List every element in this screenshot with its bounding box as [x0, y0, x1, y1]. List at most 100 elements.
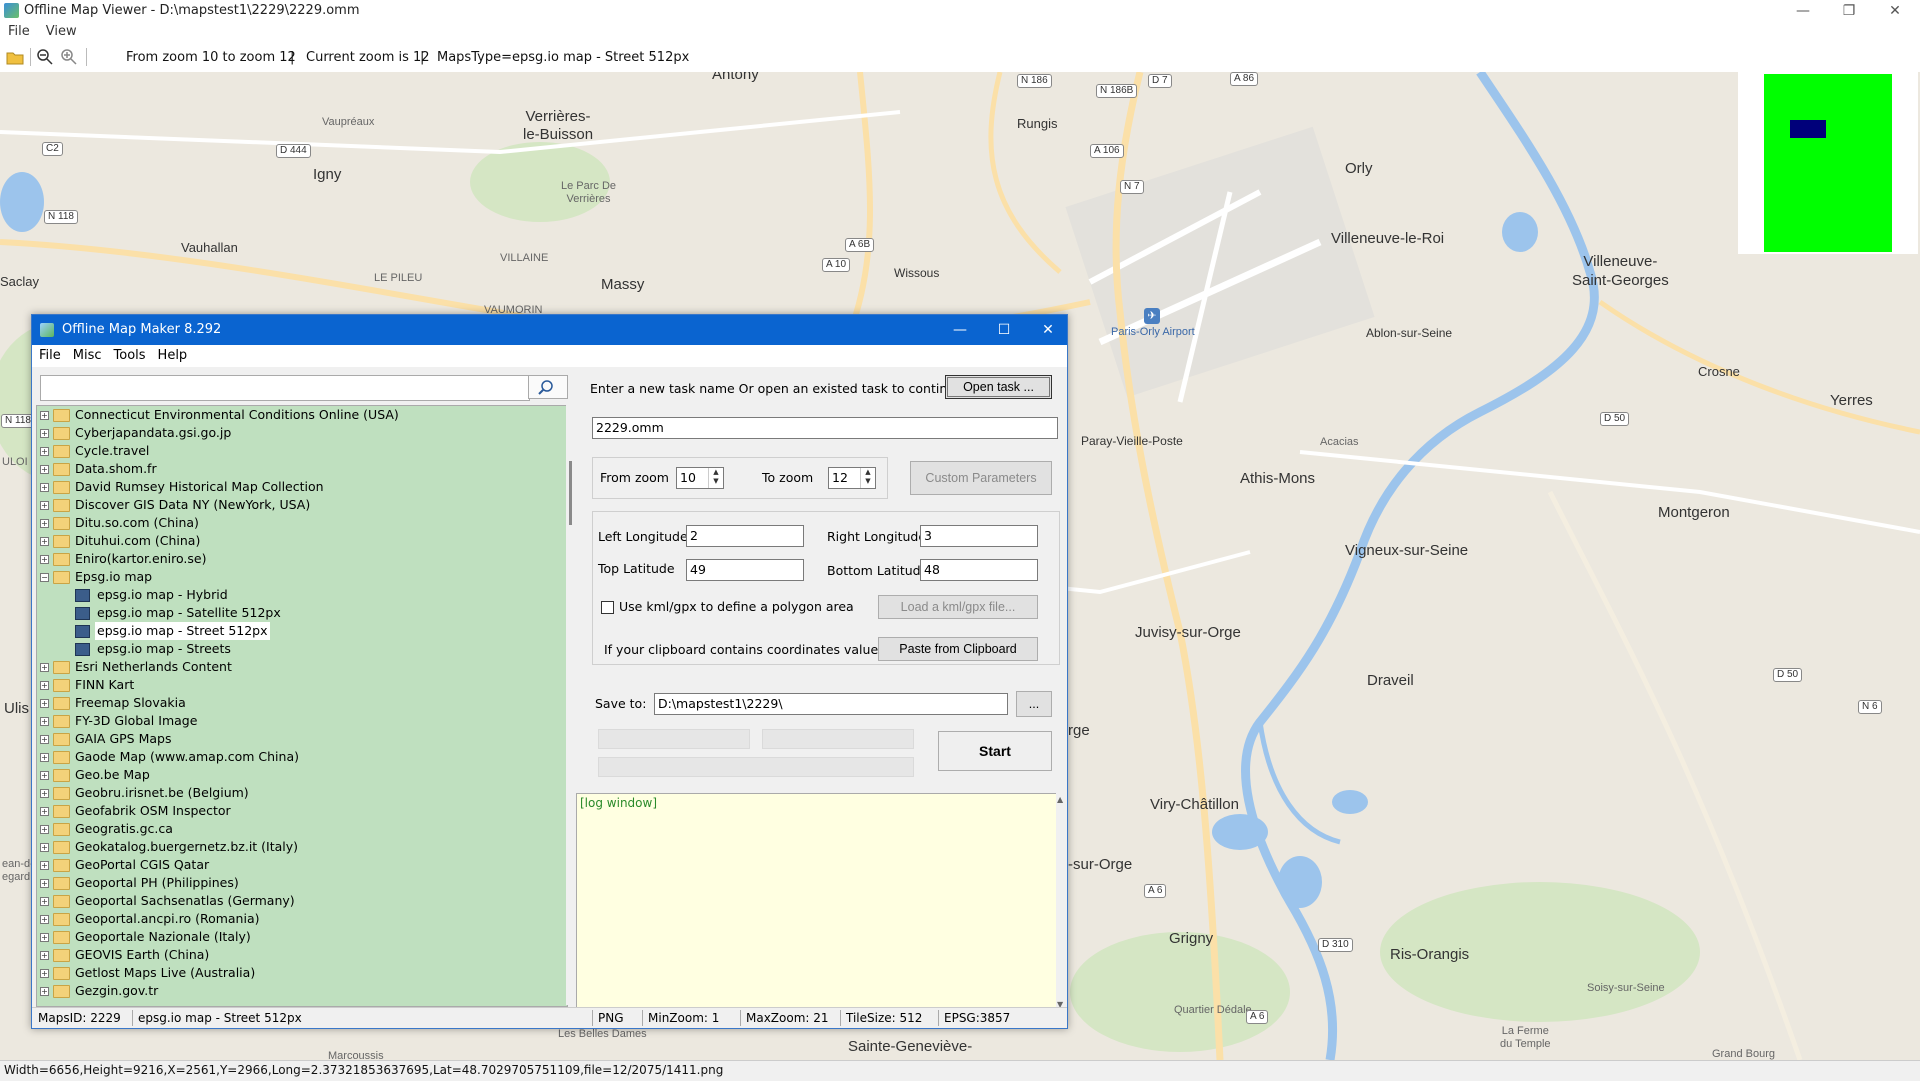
tree-folder-item[interactable]: + Data.shom.fr: [37, 460, 567, 478]
stepper-arrows-icon[interactable]: ▲ ▼: [860, 468, 875, 488]
expand-icon[interactable]: +: [40, 465, 49, 474]
expand-icon[interactable]: +: [40, 843, 49, 852]
tree-folder-item[interactable]: + Geogratis.gc.ca: [37, 820, 567, 838]
expand-icon[interactable]: +: [40, 519, 49, 528]
dialog-title-bar[interactable]: Offline Map Maker 8.292 — ☐ ✕: [32, 315, 1067, 345]
expand-icon[interactable]: +: [40, 537, 49, 546]
tree-folder-item[interactable]: + FY-3D Global Image: [37, 712, 567, 730]
map-source-tree[interactable]: + Connecticut Environmental Conditions On…: [36, 405, 568, 1007]
tree-folder-item[interactable]: + Geoportale Nazionale (Italy): [37, 928, 567, 946]
save-to-input[interactable]: D:\mapstest1\2229\: [654, 693, 1008, 715]
dialog-minimize-button[interactable]: —: [938, 315, 982, 345]
open-task-button[interactable]: Open task ...: [945, 375, 1052, 399]
from-zoom-stepper[interactable]: 10 ▲ ▼: [676, 467, 724, 489]
search-button[interactable]: [528, 375, 568, 399]
log-window[interactable]: [log window]: [576, 793, 1060, 1013]
tree-folder-item[interactable]: + Geokatalog.buergernetz.bz.it (Italy): [37, 838, 567, 856]
dialog-menu-misc[interactable]: Misc: [66, 345, 107, 367]
close-button[interactable]: ✕: [1872, 0, 1918, 22]
map-source-search-input[interactable]: [40, 375, 530, 401]
tree-folder-item[interactable]: + Dituhui.com (China): [37, 532, 567, 550]
left-longitude-input[interactable]: 2: [686, 525, 804, 547]
tree-folder-item[interactable]: + Geofabrik OSM Inspector: [37, 802, 567, 820]
top-latitude-input[interactable]: 49: [686, 559, 804, 581]
tree-folder-item[interactable]: + David Rumsey Historical Map Collection: [37, 478, 567, 496]
paste-from-clipboard-button[interactable]: Paste from Clipboard: [878, 637, 1038, 661]
tree-map-item[interactable]: epsg.io map - Street 512px: [37, 622, 567, 640]
tree-folder-item[interactable]: + FINN Kart: [37, 676, 567, 694]
scroll-up-icon[interactable]: ▲: [1057, 795, 1063, 804]
expand-icon[interactable]: +: [40, 699, 49, 708]
browse-folder-button[interactable]: ...: [1016, 691, 1052, 717]
tree-folder-item[interactable]: + Gezgin.gov.tr: [37, 982, 567, 1000]
tree-folder-item[interactable]: + Connecticut Environmental Conditions On…: [37, 406, 567, 424]
tree-folder-item[interactable]: + GEOVIS Earth (China): [37, 946, 567, 964]
tree-map-item[interactable]: epsg.io map - Hybrid: [37, 586, 567, 604]
tree-folder-item[interactable]: + Cyberjapandata.gsi.go.jp: [37, 424, 567, 442]
use-kml-checkbox[interactable]: [601, 601, 614, 614]
expand-icon[interactable]: +: [40, 681, 49, 690]
expand-icon[interactable]: +: [40, 861, 49, 870]
dialog-menu-file[interactable]: File: [32, 345, 66, 367]
tree-scroll-thumb[interactable]: [569, 461, 572, 525]
zoom-out-icon[interactable]: [36, 48, 54, 66]
zoom-in-icon[interactable]: [60, 48, 78, 66]
tree-folder-item[interactable]: + Geobru.irisnet.be (Belgium): [37, 784, 567, 802]
to-zoom-stepper[interactable]: 12 ▲ ▼: [828, 467, 876, 489]
menu-view[interactable]: View: [38, 22, 85, 42]
tree-folder-item[interactable]: + Freemap Slovakia: [37, 694, 567, 712]
expand-icon[interactable]: +: [40, 879, 49, 888]
tree-folder-item[interactable]: + Geoportal PH (Philippines): [37, 874, 567, 892]
tree-folder-item[interactable]: + Geoportal.ancpi.ro (Romania): [37, 910, 567, 928]
expand-icon[interactable]: +: [40, 951, 49, 960]
tree-folder-item[interactable]: + GAIA GPS Maps: [37, 730, 567, 748]
expand-icon[interactable]: +: [40, 429, 49, 438]
tree-folder-item[interactable]: + Ditu.so.com (China): [37, 514, 567, 532]
tree-folder-item[interactable]: + Cycle.travel: [37, 442, 567, 460]
dialog-menu-help[interactable]: Help: [151, 345, 193, 367]
load-kml-button[interactable]: Load a kml/gpx file...: [878, 595, 1038, 619]
right-longitude-input[interactable]: 3: [920, 525, 1038, 547]
expand-icon[interactable]: +: [40, 789, 49, 798]
tree-folder-item[interactable]: + Esri Netherlands Content: [37, 658, 567, 676]
maximize-button[interactable]: ❐: [1826, 0, 1872, 22]
expand-icon[interactable]: +: [40, 771, 49, 780]
tree-folder-item[interactable]: + Gaode Map (www.amap.com China): [37, 748, 567, 766]
tree-folder-item[interactable]: + Geo.be Map: [37, 766, 567, 784]
tree-folder-item[interactable]: + GeoPortal CGIS Qatar: [37, 856, 567, 874]
expand-icon[interactable]: +: [40, 663, 49, 672]
tree-folder-item[interactable]: + Eniro(kartor.eniro.se): [37, 550, 567, 568]
expand-icon[interactable]: +: [40, 807, 49, 816]
custom-parameters-button[interactable]: Custom Parameters: [910, 461, 1052, 495]
tree-map-item[interactable]: epsg.io map - Streets: [37, 640, 567, 658]
minimap-viewport[interactable]: [1790, 120, 1826, 138]
dialog-maximize-button[interactable]: ☐: [982, 315, 1026, 345]
expand-icon[interactable]: +: [40, 933, 49, 942]
expand-icon[interactable]: +: [40, 447, 49, 456]
stepper-arrows-icon[interactable]: ▲ ▼: [708, 468, 723, 488]
tree-map-item[interactable]: epsg.io map - Satellite 512px: [37, 604, 567, 622]
tree-folder-item[interactable]: + Discover GIS Data NY (NewYork, USA): [37, 496, 567, 514]
dialog-close-button[interactable]: ✕: [1026, 315, 1070, 345]
expand-icon[interactable]: +: [40, 717, 49, 726]
expand-icon[interactable]: +: [40, 501, 49, 510]
menu-file[interactable]: File: [0, 22, 38, 42]
tree-folder-item[interactable]: − Epsg.io map: [37, 568, 567, 586]
expand-icon[interactable]: +: [40, 483, 49, 492]
expand-icon[interactable]: +: [40, 825, 49, 834]
overview-minimap[interactable]: [1738, 72, 1918, 254]
bottom-latitude-input[interactable]: 48: [920, 559, 1038, 581]
tree-scrollbar[interactable]: [566, 405, 576, 1005]
task-name-input[interactable]: 2229.omm: [592, 417, 1058, 439]
expand-icon[interactable]: +: [40, 915, 49, 924]
expand-icon[interactable]: +: [40, 897, 49, 906]
expand-icon[interactable]: +: [40, 987, 49, 996]
expand-icon[interactable]: +: [40, 969, 49, 978]
open-folder-icon[interactable]: [6, 48, 24, 66]
expand-icon[interactable]: +: [40, 735, 49, 744]
minimize-button[interactable]: —: [1780, 0, 1826, 22]
start-button[interactable]: Start: [938, 731, 1052, 771]
expand-icon[interactable]: +: [40, 555, 49, 564]
log-scrollbar[interactable]: ▲ ▼: [1056, 793, 1066, 1011]
tree-folder-item[interactable]: + Getlost Maps Live (Australia): [37, 964, 567, 982]
